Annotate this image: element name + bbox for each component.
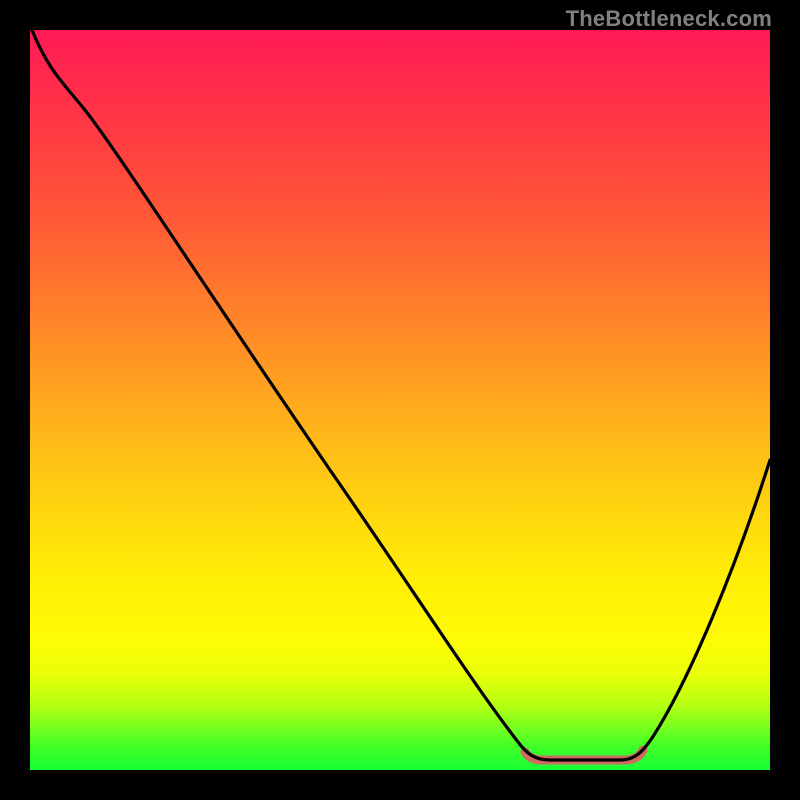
watermark-text: TheBottleneck.com [566,6,772,32]
bottleneck-curve [32,30,770,760]
plot-area [30,30,770,770]
curve-layer [30,30,770,770]
chart-frame: TheBottleneck.com [0,0,800,800]
